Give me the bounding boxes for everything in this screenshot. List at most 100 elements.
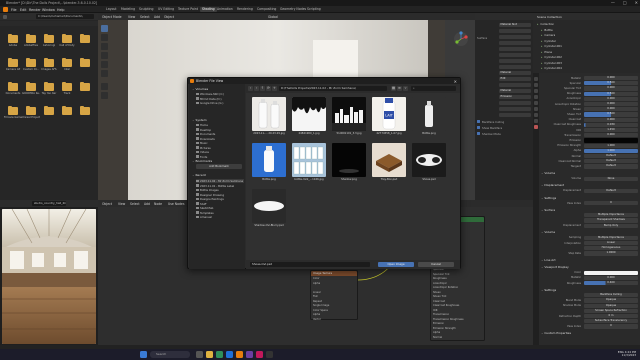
property-value[interactable]: Multiple Importance: [584, 235, 638, 241]
app-icon[interactable]: [256, 351, 263, 358]
checkbox-icon[interactable]: [477, 119, 480, 123]
blender-taskbar-icon[interactable]: [236, 351, 243, 358]
property-value[interactable]: Homogeneous: [584, 246, 638, 251]
property-field[interactable]: IOR 1.450: [541, 128, 638, 133]
scale-tool-icon[interactable]: [101, 61, 108, 68]
outliner-row[interactable]: Cylinder.001: [541, 44, 562, 48]
property-field[interactable]: Emission: [541, 138, 638, 143]
render-tab-icon[interactable]: [534, 83, 538, 87]
folder-item[interactable]: [78, 81, 92, 99]
property-value[interactable]: 0.000: [584, 275, 638, 281]
property-field[interactable]: Screen Space Refraction: [541, 308, 638, 314]
blender-logo-icon[interactable]: [3, 7, 8, 12]
transform-tool-icon[interactable]: [101, 70, 108, 77]
sidebar-row[interactable]: [477, 107, 531, 112]
property-field[interactable]: Subsurface Translucency: [541, 319, 638, 324]
measure-tool-icon[interactable]: [101, 92, 108, 99]
sidebar-row-value[interactable]: Edit: [499, 77, 531, 82]
sidebar-row[interactable]: [477, 65, 531, 70]
property-value[interactable]: 0.000: [584, 133, 638, 138]
file-thumbnail[interactable]: 2023-11-... 20.23.29.jpg: [252, 97, 286, 139]
object-tab-icon[interactable]: [534, 113, 538, 117]
properties-section-header[interactable]: Settings: [541, 196, 556, 200]
sidebar-row[interactable]: Material Slot: [477, 23, 531, 28]
sidebar-row[interactable]: [477, 47, 531, 52]
property-field[interactable]: Homogeneous: [541, 246, 638, 251]
property-value[interactable]: 1.000: [584, 148, 638, 154]
property-field[interactable]: Shadow Mode Opaque: [541, 303, 638, 308]
property-field[interactable]: Specular Tint 0.000: [541, 86, 638, 91]
property-field[interactable]: Backface Culling: [541, 293, 638, 298]
volumes-section-header[interactable]: Volumes: [192, 87, 208, 91]
file-thumbnail[interactable]: 51d091101_3.3.jpg: [332, 97, 366, 139]
sidebar-row-value[interactable]: [499, 35, 531, 40]
property-field[interactable]: Anisotropic Rotation 0.000: [541, 102, 638, 107]
select-box-tool-icon[interactable]: [101, 25, 108, 32]
property-field[interactable]: Clearcoat Roughness 0.030: [541, 122, 638, 128]
filter-icon[interactable]: ▿: [403, 86, 408, 91]
folder-item[interactable]: Tay Yan Ker: [42, 81, 56, 99]
property-value[interactable]: None: [584, 176, 638, 181]
folder-item[interactable]: Track: [60, 81, 74, 99]
workspace-tab-modeling[interactable]: Modeling: [119, 7, 137, 12]
sort-icon[interactable]: ≡: [397, 86, 402, 91]
properties-section-header[interactable]: Volume: [541, 171, 555, 175]
properties-section-header[interactable]: Surface: [541, 208, 555, 212]
file-thumbnail[interactable]: Tray-Box.psd: [372, 143, 406, 185]
viewport-menu-select[interactable]: Select: [140, 15, 150, 19]
system-section-header[interactable]: System: [192, 118, 206, 122]
property-value[interactable]: Opaque: [584, 303, 638, 308]
bookmarks-section-header[interactable]: Bookmarks: [192, 159, 212, 163]
property-field[interactable]: Normal Default: [541, 154, 638, 159]
volume-item[interactable]: Google Drive (G:): [196, 101, 244, 105]
property-field[interactable]: Displacement Default: [541, 188, 638, 194]
outliner-row[interactable]: Cylinder: [541, 39, 556, 43]
sidebar-row[interactable]: [477, 53, 531, 58]
directory-path-field[interactable]: D:\TheDolls Projects\2023.11.02 - Mr Znr…: [279, 86, 387, 91]
workspace-tab-geometry-nodes[interactable]: Geometry Nodes: [278, 7, 308, 12]
property-value[interactable]: 0.500: [584, 112, 638, 117]
open-image-button[interactable]: Open Image: [378, 262, 414, 267]
recent-item[interactable]: Amanuel: [196, 215, 244, 219]
outliner-row[interactable]: Cylinder.002: [541, 55, 562, 59]
sidebar-row-value[interactable]: [499, 53, 531, 58]
property-field[interactable]: Step Rate 1.0000: [541, 251, 638, 256]
dialog-close-icon[interactable]: ✕: [454, 79, 457, 84]
move-tool-icon[interactable]: [101, 43, 108, 50]
viewport-menu-add[interactable]: Add: [154, 15, 160, 19]
checkbox-icon[interactable]: [477, 131, 480, 135]
property-value[interactable]: Default: [584, 164, 638, 169]
property-field[interactable]: Blend Mode Opaque: [541, 298, 638, 303]
property-field[interactable]: Metallic 0.000: [541, 275, 638, 281]
file-thumbnail[interactable]: Bottle.png: [412, 97, 446, 139]
sidebar-row[interactable]: Emission: [477, 95, 531, 100]
outliner-row[interactable]: Plane: [541, 50, 552, 54]
object-mode-dropdown[interactable]: Object Mode: [102, 15, 122, 19]
checkbox-icon[interactable]: [477, 125, 480, 129]
property-field[interactable]: Pass Index 0: [541, 201, 638, 206]
sidebar-row[interactable]: [477, 29, 531, 34]
filename-field[interactable]: Shoes-Ovl.psd: [250, 262, 370, 267]
world-tab-icon[interactable]: [534, 107, 538, 111]
property-field[interactable]: Sheen 0.000: [541, 107, 638, 112]
property-value[interactable]: 1.450: [584, 128, 638, 133]
sidebar-checkbox[interactable]: Shadow Mode: [477, 131, 531, 136]
property-value[interactable]: Multiple Importance: [584, 213, 638, 218]
property-field[interactable]: Transmission 0.000: [541, 133, 638, 138]
image-name-field[interactable]: studio_country_hall_2k.exr: [32, 201, 66, 206]
file-thumbnail[interactable]: bottle-milk_...1166.jpg: [292, 143, 326, 185]
workspace-tab-rendering[interactable]: Rendering: [235, 7, 255, 12]
property-field[interactable]: Sampling Multiple Importance: [541, 235, 638, 241]
sidebar-row[interactable]: Material: [477, 71, 531, 76]
property-value[interactable]: Bump Only: [584, 223, 638, 228]
folder-item[interactable]: Documents: [6, 81, 20, 99]
workspace-tab-uv-editing[interactable]: UV Editing: [156, 7, 176, 12]
property-value[interactable]: 0.000: [584, 96, 638, 102]
file-thumbnail[interactable]: 24821900_1.jpg: [292, 97, 326, 139]
property-field[interactable]: Displacement Bump Only: [541, 223, 638, 228]
property-field[interactable]: Multiple Importance: [541, 213, 638, 218]
properties-section-header[interactable]: Custom Properties: [541, 331, 571, 335]
file-thumbnail[interactable]: Bottle.png: [252, 143, 286, 185]
menu-edit[interactable]: Edit: [20, 8, 26, 12]
start-icon[interactable]: [140, 351, 147, 358]
